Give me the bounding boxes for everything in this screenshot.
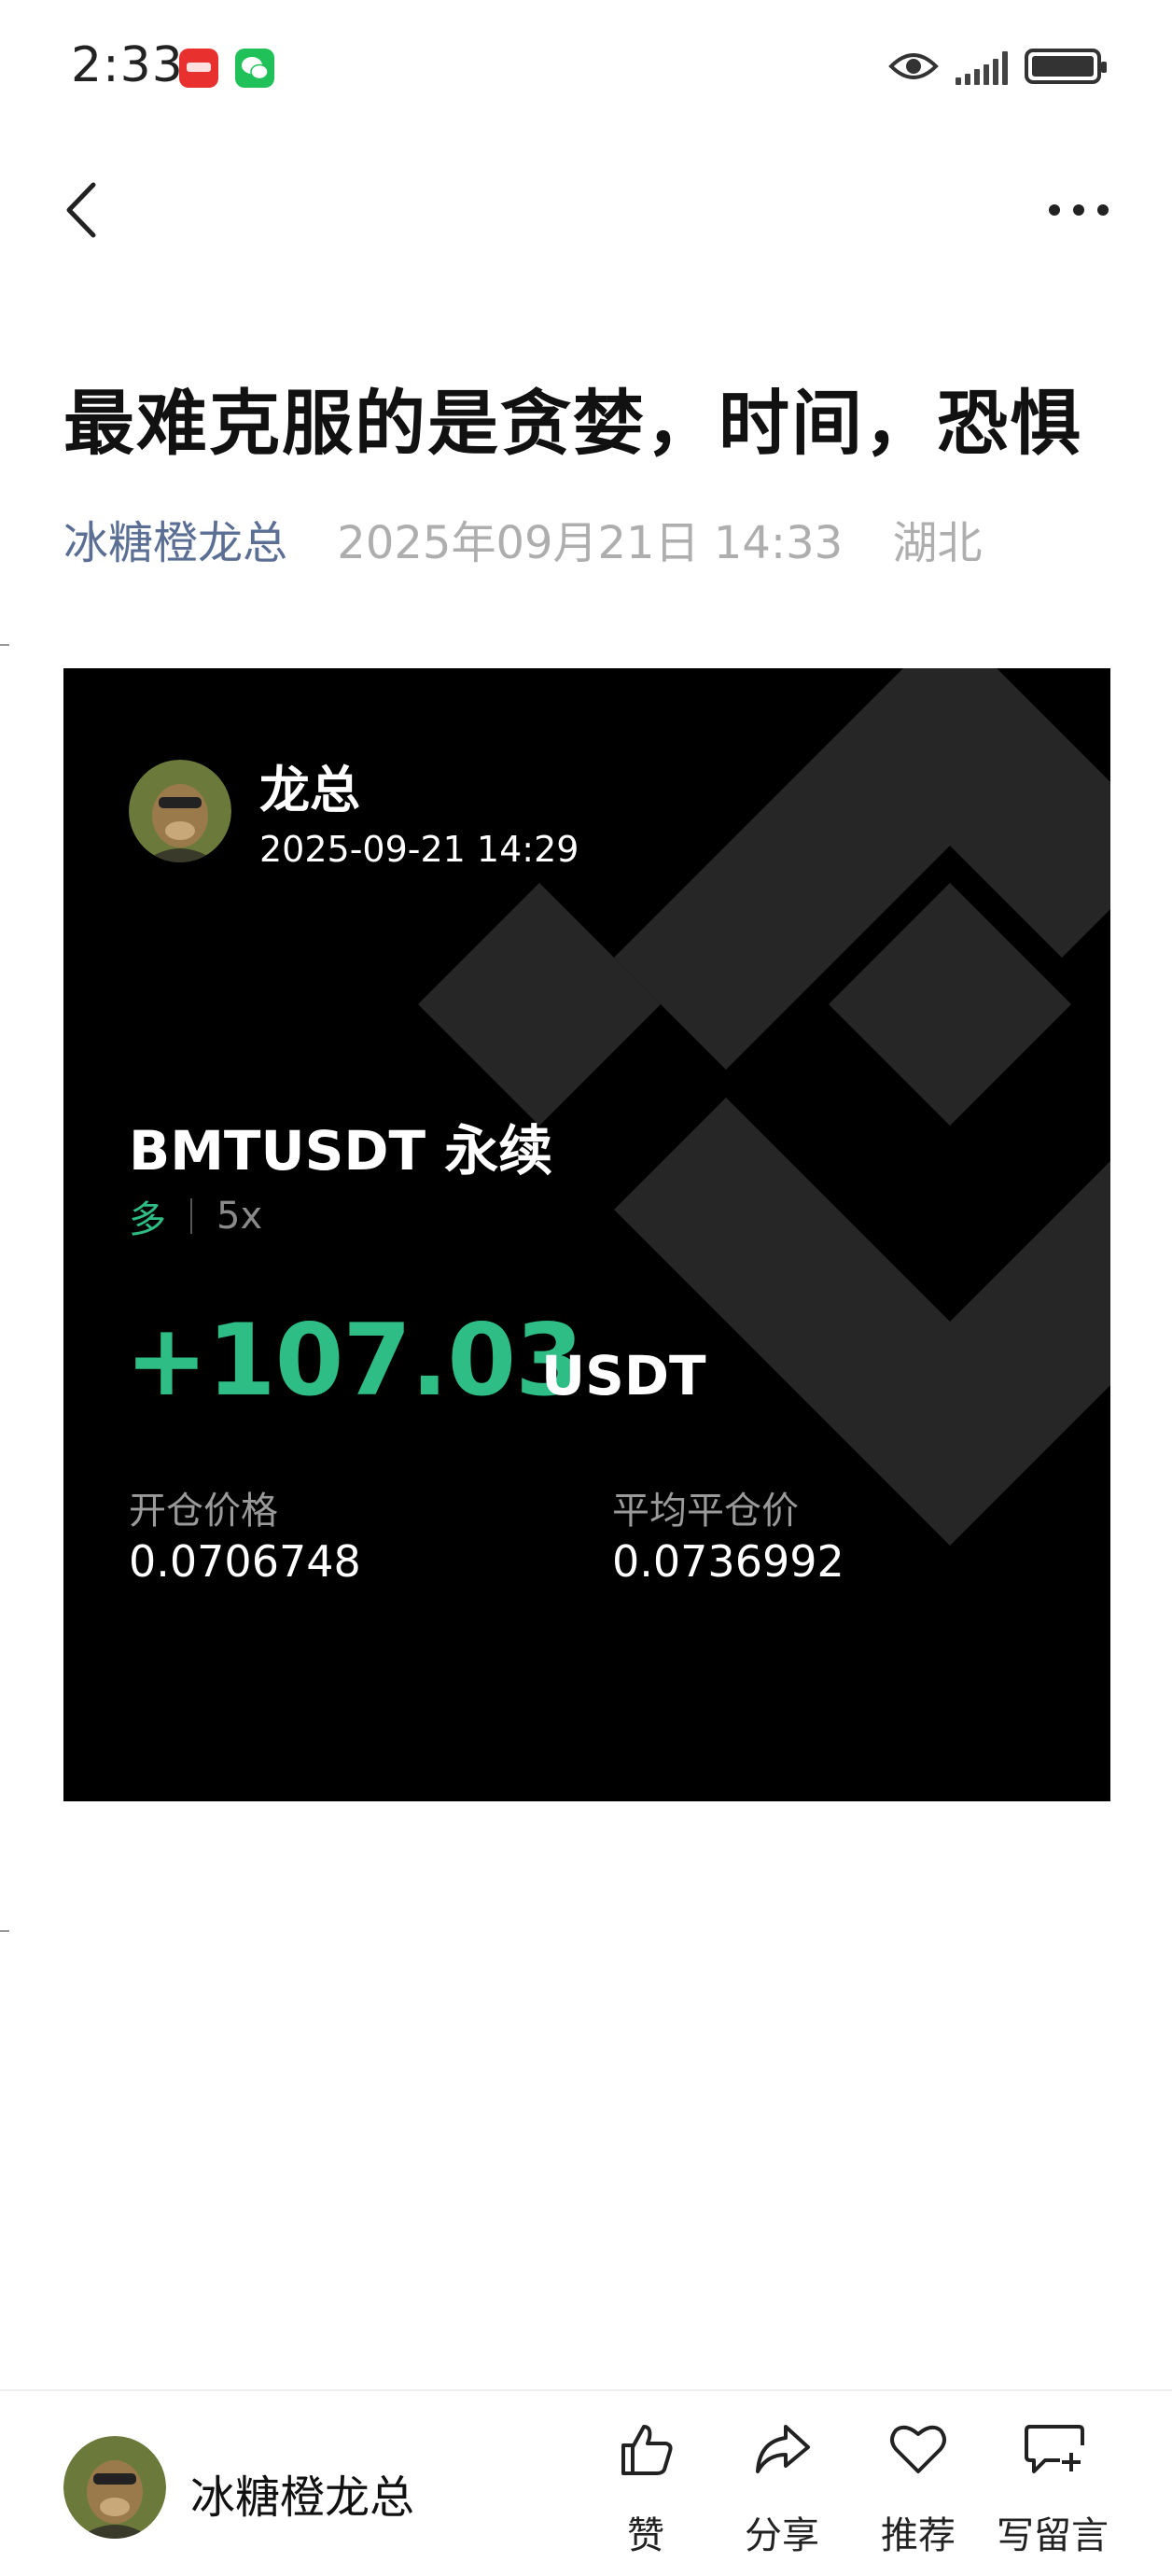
avg-close-label: 平均平仓价 [612,1490,799,1533]
recommend-label: 推荐 [881,2514,956,2557]
chevron-left-icon [66,182,96,238]
card-avatar [129,760,231,862]
bottom-author-name[interactable]: 冰糖橙龙总 [190,2460,414,2526]
more-button[interactable] [1041,187,1116,233]
article-meta: 冰糖橙龙总 2025年09月21日 14:33 湖北 [63,506,982,571]
signal-icon [956,48,1008,85]
publish-location: 湖北 [892,517,983,569]
battery-icon [1025,49,1107,84]
status-time: 2:33 [71,37,184,93]
separator [190,1198,192,1234]
wechat-icon [235,49,274,88]
publish-date: 2025年09月21日 14:33 [337,517,844,569]
status-bar: 2:33 [0,0,1172,140]
share-button[interactable]: 分享 [717,2419,847,2559]
recommend-button[interactable]: 推荐 [853,2419,984,2559]
entry-price-label: 开仓价格 [129,1490,278,1533]
author-link[interactable]: 冰糖橙龙总 [63,517,287,569]
share-icon [756,2425,810,2473]
trading-pair: BMTUSDT 永续 [129,1119,553,1183]
author-avatar[interactable] [63,2436,166,2539]
leverage: 5x [216,1195,263,1238]
divider [0,644,9,646]
heart-icon [890,2425,946,2473]
back-button[interactable] [56,177,112,243]
comment-add-icon [1025,2425,1084,2473]
like-label: 赞 [627,2514,664,2557]
position-side: 多 [129,1198,166,1241]
card-timestamp: 2025-09-21 14:29 [259,829,579,870]
avg-close-value: 0.0736992 [612,1536,844,1587]
position-info: 多 5x [129,1189,262,1243]
pnl-value: +107.03 [125,1303,584,1418]
status-icons [888,43,1107,90]
comment-label: 写留言 [997,2514,1109,2557]
entry-price-value: 0.0706748 [129,1536,361,1587]
more-dots-icon [1049,204,1060,216]
pnl-unit: USDT [541,1344,706,1407]
card-user-name: 龙总 [259,761,360,819]
eye-icon [888,53,939,79]
article-title: 最难克服的是贪婪，时间，恐惧 [63,382,1082,465]
thumbs-up-icon [621,2425,673,2475]
bottom-action-bar: 冰糖橙龙总 赞 分享 推荐 写留言 [0,2389,1172,2576]
divider [0,1930,9,1932]
trade-share-card[interactable]: 龙总 2025-09-21 14:29 BMTUSDT 永续 多 5x +107… [63,668,1110,1801]
comment-button[interactable]: 写留言 [987,2419,1118,2559]
like-button[interactable]: 赞 [580,2419,711,2559]
huawei-appgallery-icon [179,49,218,88]
share-label: 分享 [745,2514,819,2557]
